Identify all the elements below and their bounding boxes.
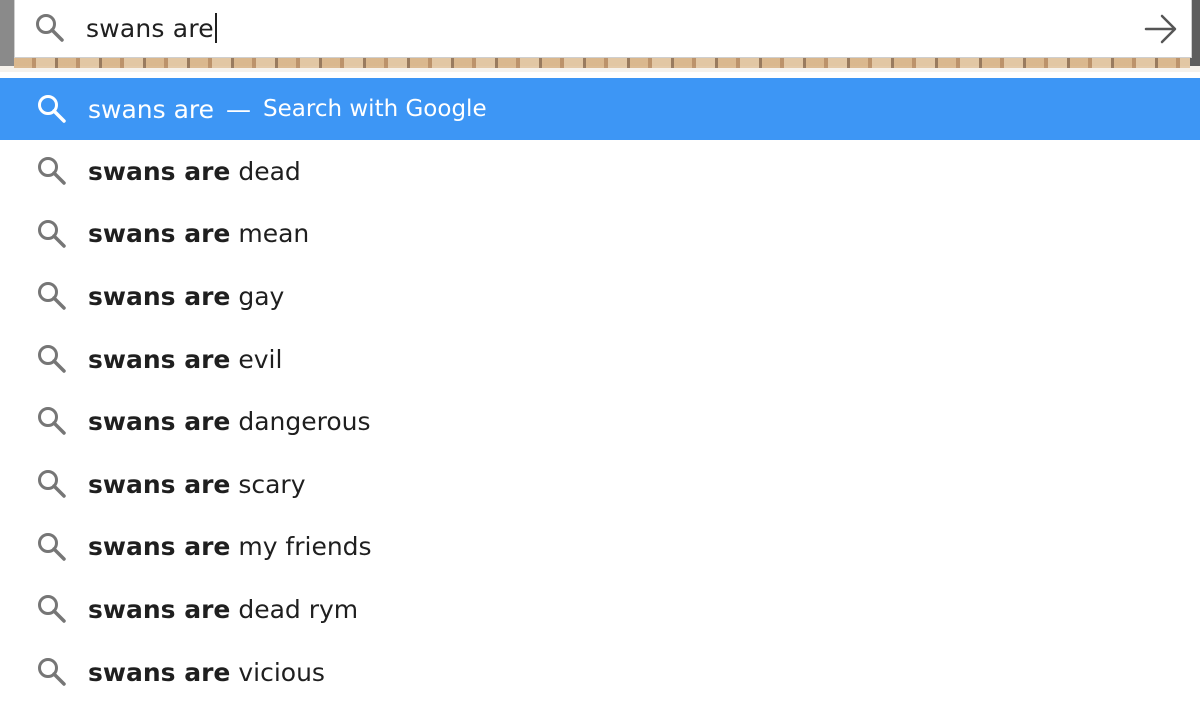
suggestion-prefix: swans are [88, 657, 231, 687]
suggestion-row[interactable]: swans are scary [0, 453, 1200, 516]
search-icon [38, 532, 66, 561]
left-edge [0, 0, 14, 66]
suggestion-rest: mean [230, 219, 310, 249]
suggestion-row[interactable]: swans are mean [0, 203, 1200, 266]
text-caret [214, 13, 217, 43]
search-icon [38, 95, 66, 123]
search-icon [38, 595, 66, 623]
primary-query: swans are [88, 94, 215, 124]
search-icon [38, 157, 66, 185]
suggestion-rest: gay [230, 281, 285, 311]
suggestion-prefix: swans are [88, 532, 231, 562]
arrow-right-icon[interactable] [1143, 12, 1179, 46]
suggestion-row[interactable]: swans are vicious [0, 641, 1200, 704]
suggestion-prefix: swans are [88, 407, 231, 437]
suggestion-dropdown: swans are — Search with Google swans are… [0, 78, 1200, 703]
search-input-text: swans are [86, 13, 214, 43]
suggestion-rest: my friends [230, 532, 372, 562]
search-input[interactable]: swans are [86, 13, 217, 43]
suggestion-row[interactable]: swans are dangerous [0, 390, 1200, 453]
suggestion-prefix: swans are [88, 469, 231, 499]
suggestion-prefix: swans are [88, 344, 231, 374]
suggestion-rest: dangerous [230, 407, 371, 437]
search-icon [38, 657, 66, 686]
suggestion-rest: evil [230, 344, 283, 374]
suggestion-prefix: swans are [88, 594, 231, 624]
search-icon [38, 344, 66, 373]
suggestion-rest: dead [230, 156, 301, 186]
suggestion-row[interactable]: swans are dead rym [0, 578, 1200, 641]
suggestion-prefix: swans are [88, 219, 231, 249]
search-icon [36, 14, 64, 42]
search-icon [38, 219, 66, 248]
search-icon [38, 469, 66, 498]
search-icon [38, 282, 66, 310]
search-icon [38, 407, 66, 436]
suggestion-prefix: swans are [88, 156, 231, 186]
suggestion-row[interactable]: swans are gay [0, 265, 1200, 328]
suggestion-row[interactable]: swans are dead [0, 140, 1200, 203]
suggestion-row[interactable]: swans are my friends [0, 516, 1200, 579]
suggestion-rest: vicious [230, 657, 325, 687]
search-with-google-row[interactable]: swans are — Search with Google [0, 78, 1200, 140]
address-search-box[interactable]: swans are [14, 0, 1192, 58]
search-with-google-label: Search with Google [263, 96, 487, 122]
suggestion-rest: scary [230, 469, 306, 499]
suggestion-prefix: swans are [88, 281, 231, 311]
separator-dash: — [226, 94, 252, 124]
suggestion-row[interactable]: swans are evil [0, 328, 1200, 391]
suggestion-rest: dead rym [230, 594, 359, 624]
